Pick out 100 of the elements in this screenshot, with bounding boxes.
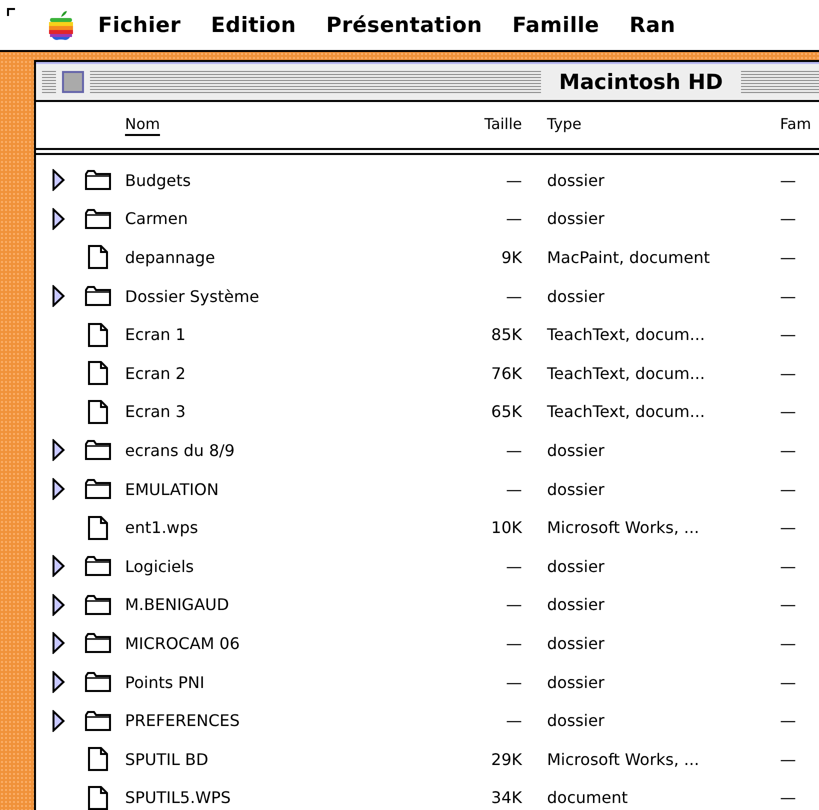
file-name[interactable]: SPUTIL BD [125,750,425,769]
column-header[interactable]: Taille [484,114,522,136]
folder-icon [85,594,111,615]
file-name[interactable]: Ecran 1 [125,325,425,344]
size-cell: — [506,556,522,576]
disclosure-triangle-icon[interactable] [52,169,65,192]
disclosure-triangle-icon[interactable] [52,439,65,462]
file-name[interactable]: depannage [125,248,425,267]
menu-item[interactable]: Présentation [326,13,482,37]
disclosure-triangle-icon[interactable] [52,594,65,616]
menu-item[interactable]: Fichier [98,13,181,37]
size-cell: — [506,480,522,499]
menu-item[interactable]: Edition [210,13,296,37]
size-cell: 34K [491,788,522,808]
disclosure-triangle-icon[interactable] [52,285,65,308]
size-cell: 9K [501,248,522,267]
size-cell: — [506,440,522,460]
file-name[interactable]: Budgets [125,170,425,190]
table-cell-text: — [780,325,797,344]
table-cell-text: — [780,480,797,499]
type-cell-text: dossier [547,595,606,614]
table-cell-text: — [780,286,797,306]
file-name[interactable]: Ecran 2 [125,364,425,383]
size-cell: — [506,286,522,306]
file-name[interactable]: EMULATION [125,480,425,499]
size-cell: — [506,595,522,614]
folder-icon [85,672,111,692]
column-header[interactable]: Fam [780,114,812,136]
window-title: Macintosh HD [558,70,724,94]
type-cell-text: dossier [547,672,606,692]
table-cell-text: — [780,518,797,538]
table-cell-text: — [780,440,797,460]
table-cell-text: — [780,209,797,228]
file-name[interactable]: PREFERENCES [125,711,425,730]
table-cell-text: — [780,788,797,808]
size-cell: 29K [491,750,522,769]
table-cell-text: — [780,402,797,422]
menu-item[interactable]: Famille [512,13,600,37]
document-icon [88,516,108,540]
type-cell-text: dossier [547,286,606,306]
size-cell: — [506,170,522,190]
size-cell: — [506,711,522,730]
disclosure-triangle-icon[interactable] [52,555,65,578]
disclosure-triangle-icon[interactable] [52,632,65,654]
document-icon [88,747,108,772]
folder-icon [85,208,111,229]
folder-icon [85,633,111,654]
size-cell: 65K [491,402,522,422]
document-icon [88,400,108,424]
file-name[interactable]: SPUTIL5.WPS [125,788,425,808]
type-cell-text: Microsoft Works, ... [547,518,700,538]
file-name[interactable]: Carmen [125,209,425,228]
apple-icon[interactable] [48,10,74,40]
folder-icon [85,286,111,306]
type-cell-text: dossier [547,556,606,576]
file-name[interactable]: Ecran 3 [125,402,425,422]
type-cell-text: dossier [547,209,606,228]
type-cell-text: MacPaint, document [547,248,711,267]
table-cell-text: — [780,750,797,769]
type-cell-text: document [547,788,629,808]
size-cell: 10K [491,518,522,538]
menu-item[interactable]: Ran [629,13,676,37]
type-cell-text: TeachText, docum... [547,325,706,344]
table-cell-text: — [780,170,797,190]
table-cell-text: — [780,595,797,614]
file-name[interactable]: ent1.wps [125,518,425,538]
type-cell-text: TeachText, docum... [547,402,706,422]
column-header[interactable]: Type [547,114,582,136]
type-cell-text: Microsoft Works, ... [547,750,700,769]
size-cell: — [506,672,522,692]
disclosure-triangle-icon[interactable] [52,478,65,500]
file-name[interactable]: ecrans du 8/9 [125,440,425,460]
size-cell: 85K [491,325,522,344]
type-cell-text: dossier [547,170,606,190]
document-icon [88,245,108,270]
table-cell-text: — [780,556,797,576]
file-name[interactable]: Points PNI [125,672,425,692]
table-cell-text: — [780,672,797,692]
file-name[interactable]: Logiciels [125,556,425,576]
type-cell-text: dossier [547,480,606,499]
folder-icon [85,440,111,460]
disclosure-triangle-icon[interactable] [52,710,65,732]
size-cell: 76K [491,364,522,383]
table-cell-text: — [780,711,797,730]
type-cell-text: TeachText, docum... [547,364,706,383]
disclosure-triangle-icon[interactable] [52,208,65,230]
file-name[interactable]: MICROCAM 06 [125,634,425,653]
table-cell-text: — [780,248,797,267]
table-cell-text: — [780,364,797,383]
column-header[interactable]: Nom [125,114,160,136]
type-cell-text: dossier [547,634,606,653]
folder-icon [85,170,111,190]
table-cell-text: — [780,634,797,653]
size-cell: — [506,634,522,653]
file-name[interactable]: M.BENIGAUD [125,595,425,614]
type-cell-text: dossier [547,711,606,730]
folder-icon [85,710,111,731]
file-name[interactable]: Dossier Système [125,286,425,306]
disclosure-triangle-icon[interactable] [52,671,65,694]
type-cell-text: dossier [547,440,606,460]
